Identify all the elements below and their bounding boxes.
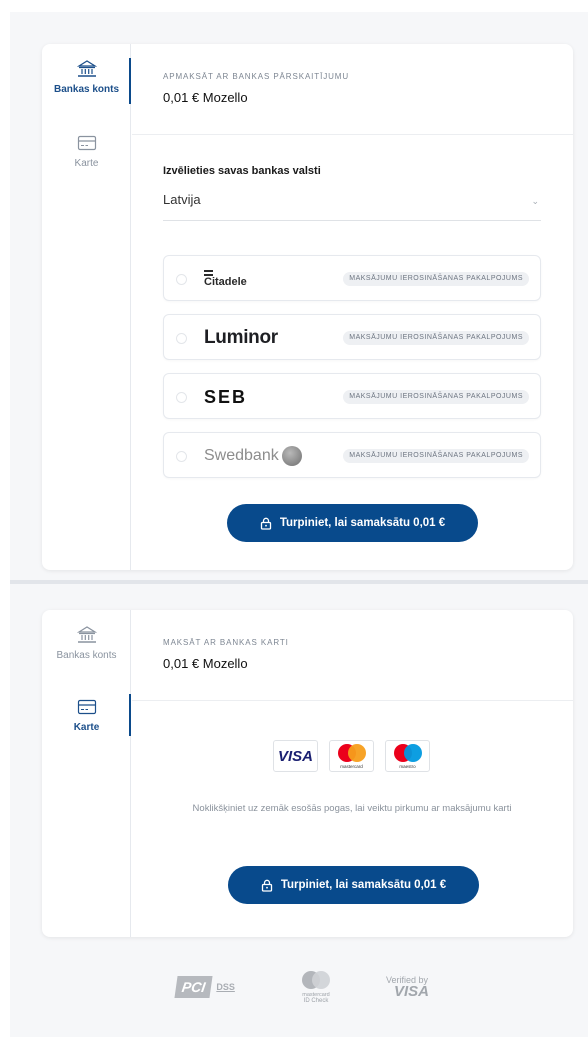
lock-icon (260, 517, 271, 530)
continue-payment-button[interactable]: Turpiniet, lai samaksātu 0,01 € (227, 504, 478, 542)
sidebar-item-label: Karte (74, 158, 99, 169)
chevron-down-icon: ⌄ (531, 196, 539, 206)
mastercard-logo: mastercard (329, 740, 374, 772)
payment-amount: 0,01 € Mozello (163, 656, 248, 671)
citadele-logo: Citadele (204, 256, 247, 302)
section-divider (10, 580, 588, 584)
bank-name: Citadele (204, 276, 247, 288)
radio-button[interactable] (176, 451, 187, 462)
status-badge: MAKSĀJUMU IEROSINĀŠANAS PAKALPOJUMS (343, 449, 529, 463)
continue-payment-button[interactable]: Turpiniet, lai samaksātu 0,01 € (228, 866, 479, 904)
sidebar-item-bank-account[interactable]: Bankas konts (42, 60, 131, 95)
section-kicker: MAKSĀT AR BANKAS KARTI (163, 638, 289, 647)
maestro-logo: maestro (385, 740, 430, 772)
bank-name: SEB (204, 386, 248, 407)
radio-button[interactable] (176, 274, 187, 285)
lock-icon (261, 879, 272, 892)
swedbank-emblem (281, 446, 302, 466)
pci-dss-badge: PCI DSS (174, 962, 235, 1012)
mastercard-id-check-badge: mastercard ID Check (293, 962, 339, 1012)
radio-button[interactable] (176, 392, 187, 403)
country-select-value: Latvija (163, 192, 201, 207)
card-icon (77, 135, 96, 151)
sidebar-item-label: Bankas konts (56, 650, 117, 661)
status-badge: MAKSĀJUMU IEROSINĀŠANAS PAKALPOJUMS (343, 390, 529, 404)
sidebar-item-card[interactable]: Karte (42, 698, 131, 733)
bank-transfer-content: APMAKSĀT AR BANKAS PĀRSKAITĪJUMU 0,01 € … (132, 44, 573, 542)
status-badge: MAKSĀJUMU IEROSINĀŠANAS PAKALPOJUMS (343, 272, 529, 286)
country-select-label: Izvēlieties savas bankas valsti (163, 165, 321, 177)
status-badge: MAKSĀJUMU IEROSINĀŠANAS PAKALPOJUMS (343, 331, 529, 345)
card-payment-card: Bankas konts Karte MAKSĀT AR BANKAS KART… (42, 610, 573, 937)
card-payment-header: MAKSĀT AR BANKAS KARTI 0,01 € Mozello (132, 610, 573, 701)
bank-option-luminor[interactable]: Luminor MAKSĀJUMU IEROSINĀŠANAS PAKALPOJ… (163, 314, 541, 360)
bank-option-seb[interactable]: SEB MAKSĀJUMU IEROSINĀŠANAS PAKALPOJUMS (163, 373, 541, 419)
bank-transfer-header: APMAKSĀT AR BANKAS PĀRSKAITĪJUMU 0,01 € … (132, 44, 573, 135)
seb-logo: SEB (204, 374, 247, 420)
card-brands: VISA mastercard maestro (273, 740, 430, 772)
active-indicator (129, 58, 131, 104)
card-payment-content: MAKSĀT AR BANKAS KARTI 0,01 € Mozello VI… (132, 610, 573, 904)
country-select[interactable]: Latvija ⌄ (163, 192, 541, 221)
verified-by-visa-badge: Verified by VISA (386, 975, 430, 1000)
payment-amount: 0,01 € Mozello (163, 90, 248, 105)
bank-icon (76, 626, 97, 643)
mastercard-icon (337, 744, 366, 762)
continue-button-label: Turpiniet, lai samaksātu 0,01 € (280, 879, 447, 891)
bank-transfer-card: Bankas konts Karte APMAKSĀT AR BANKAS PĀ… (42, 44, 573, 570)
active-indicator (129, 694, 131, 736)
mastercard-icon (302, 971, 330, 989)
maestro-icon (393, 744, 422, 762)
section-kicker: APMAKSĀT AR BANKAS PĀRSKAITĪJUMU (163, 72, 350, 81)
sidebar-item-bank-account[interactable]: Bankas konts (42, 626, 131, 661)
sidebar-item-label: Karte (73, 722, 100, 733)
swedbank-logo: Swedbank (204, 433, 302, 479)
continue-button-label: Turpiniet, lai samaksātu 0,01 € (279, 517, 446, 529)
payment-method-sidebar: Bankas konts Karte (42, 610, 131, 937)
sidebar-item-card[interactable]: Karte (42, 134, 131, 169)
card-icon (77, 699, 96, 715)
sidebar-item-label: Bankas konts (53, 84, 120, 95)
bank-option-citadele[interactable]: Citadele MAKSĀJUMU IEROSINĀŠANAS PAKALPO… (163, 255, 541, 301)
bank-name: Luminor (204, 327, 278, 348)
payment-method-sidebar: Bankas konts Karte (42, 44, 131, 570)
radio-button[interactable] (176, 333, 187, 344)
luminor-logo: Luminor (204, 315, 278, 361)
bank-icon (76, 60, 97, 77)
visa-logo: VISA (273, 740, 318, 772)
card-payment-note: Noklikšķiniet uz zemāk esošās pogas, lai… (192, 803, 512, 814)
bank-option-swedbank[interactable]: Swedbank MAKSĀJUMU IEROSINĀŠANAS PAKALPO… (163, 432, 541, 478)
bank-name: Swedbank (204, 447, 279, 464)
